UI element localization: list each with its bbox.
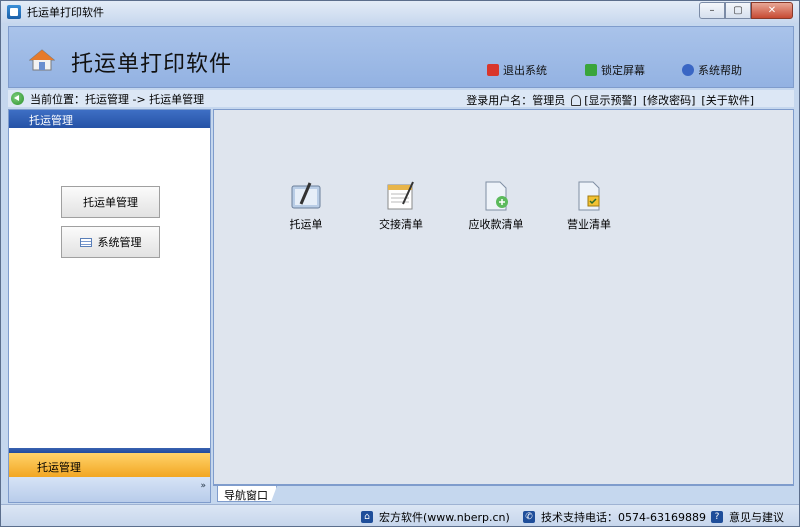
nav-item-receivables-list-label: 应收款清单 [468, 218, 524, 231]
nav-item-business-list[interactable]: 营业清单 [554, 180, 624, 232]
waybill-icon [291, 182, 321, 209]
chevron-right-icon[interactable]: » [200, 482, 206, 491]
show-alarm-link[interactable]: [显示预警] [584, 92, 637, 108]
support-phone: ✆ 技术支持电话：0574-63169889 [523, 509, 706, 525]
app-title: 托运单打印软件 [71, 52, 233, 77]
sidebar-tab-shipping[interactable]: 托运管理 [9, 453, 210, 477]
breadcrumb: 当前位置：托运管理 -> 托运单管理 [30, 92, 205, 106]
app-window: 托运单打印软件 – ▢ ✕ 托运单打印软件 退出系统 锁定屏幕 系统帮助 当前位… [0, 0, 800, 527]
system-management-label: 系统管理 [97, 236, 142, 249]
nav-item-handover-list-label: 交接清单 [379, 218, 423, 231]
status-bar: ⌂ 宏方软件(www.nberp.cn) ✆ 技术支持电话：0574-63169… [1, 504, 799, 526]
about-link[interactable]: [关于软件] [701, 92, 754, 108]
home-icon [29, 49, 55, 71]
nav-item-waybill-label: 托运单 [289, 218, 323, 231]
lock-screen-link[interactable]: 锁定屏幕 [585, 62, 645, 78]
navigation-window: 托运单 交接清单 应收款清单 营业清单 [213, 109, 794, 485]
system-management-button[interactable]: 系统管理 [61, 226, 160, 258]
lock-icon [585, 64, 597, 76]
help-icon [682, 64, 694, 76]
window-controls: – ▢ ✕ [699, 2, 793, 19]
waybill-management-button[interactable]: 托运单管理 [61, 186, 160, 218]
login-user: 登录用户名：管理员 [466, 94, 566, 107]
sidebar-footer: » [9, 477, 210, 502]
tab-navigation-window[interactable]: 导航窗口 [217, 486, 277, 502]
breadcrumb-bar: 当前位置：托运管理 -> 托运单管理 登录用户名：管理员 [显示预警] [修改密… [8, 90, 794, 107]
handover-list-icon [387, 181, 414, 210]
title-bar: 托运单打印软件 – ▢ ✕ [1, 1, 799, 23]
nav-item-handover-list[interactable]: 交接清单 [366, 180, 436, 232]
system-help-label: 系统帮助 [698, 64, 742, 77]
app-icon [7, 5, 21, 19]
exit-icon [487, 64, 499, 76]
feedback-label: 意见与建议 [729, 511, 784, 524]
nav-item-receivables-list[interactable]: 应收款清单 [461, 180, 531, 232]
waybill-management-label: 托运单管理 [83, 196, 138, 209]
app-header: 托运单打印软件 退出系统 锁定屏幕 系统帮助 [8, 26, 794, 88]
nav-item-business-list-label: 营业清单 [567, 218, 611, 231]
list-icon [79, 237, 92, 247]
support-phone-label: 技术支持电话：0574-63169889 [541, 511, 706, 524]
tab-strip: 导航窗口 [213, 485, 794, 503]
lock-screen-label: 锁定屏幕 [601, 64, 645, 77]
sidebar-header: 托运管理 [9, 110, 210, 128]
sidebar: 托运管理 托运单管理 系统管理 托运管理 » [8, 109, 211, 503]
question-icon: ? [711, 511, 723, 523]
system-help-link[interactable]: 系统帮助 [682, 62, 742, 78]
minimize-button[interactable]: – [699, 2, 725, 19]
maximize-button[interactable]: ▢ [725, 2, 751, 19]
window-title: 托运单打印软件 [27, 6, 104, 19]
change-password-link[interactable]: [修改密码] [643, 92, 696, 108]
feedback-link[interactable]: ? 意见与建议 [711, 509, 784, 525]
nav-item-waybill[interactable]: 托运单 [271, 180, 341, 232]
user-bar: 登录用户名：管理员 [显示预警] [修改密码] [关于软件] [460, 92, 754, 108]
exit-system-label: 退出系统 [503, 64, 547, 77]
bell-icon [571, 94, 582, 106]
exit-system-link[interactable]: 退出系统 [487, 62, 547, 78]
company-info[interactable]: ⌂ 宏方软件(www.nberp.cn) [361, 509, 510, 525]
phone-icon: ✆ [523, 511, 535, 523]
close-button[interactable]: ✕ [751, 2, 793, 19]
company-label: 宏方软件(www.nberp.cn) [379, 511, 510, 524]
receivables-list-icon [485, 181, 508, 211]
back-icon[interactable] [11, 92, 24, 105]
house-icon: ⌂ [361, 511, 373, 523]
business-list-icon [578, 181, 600, 211]
